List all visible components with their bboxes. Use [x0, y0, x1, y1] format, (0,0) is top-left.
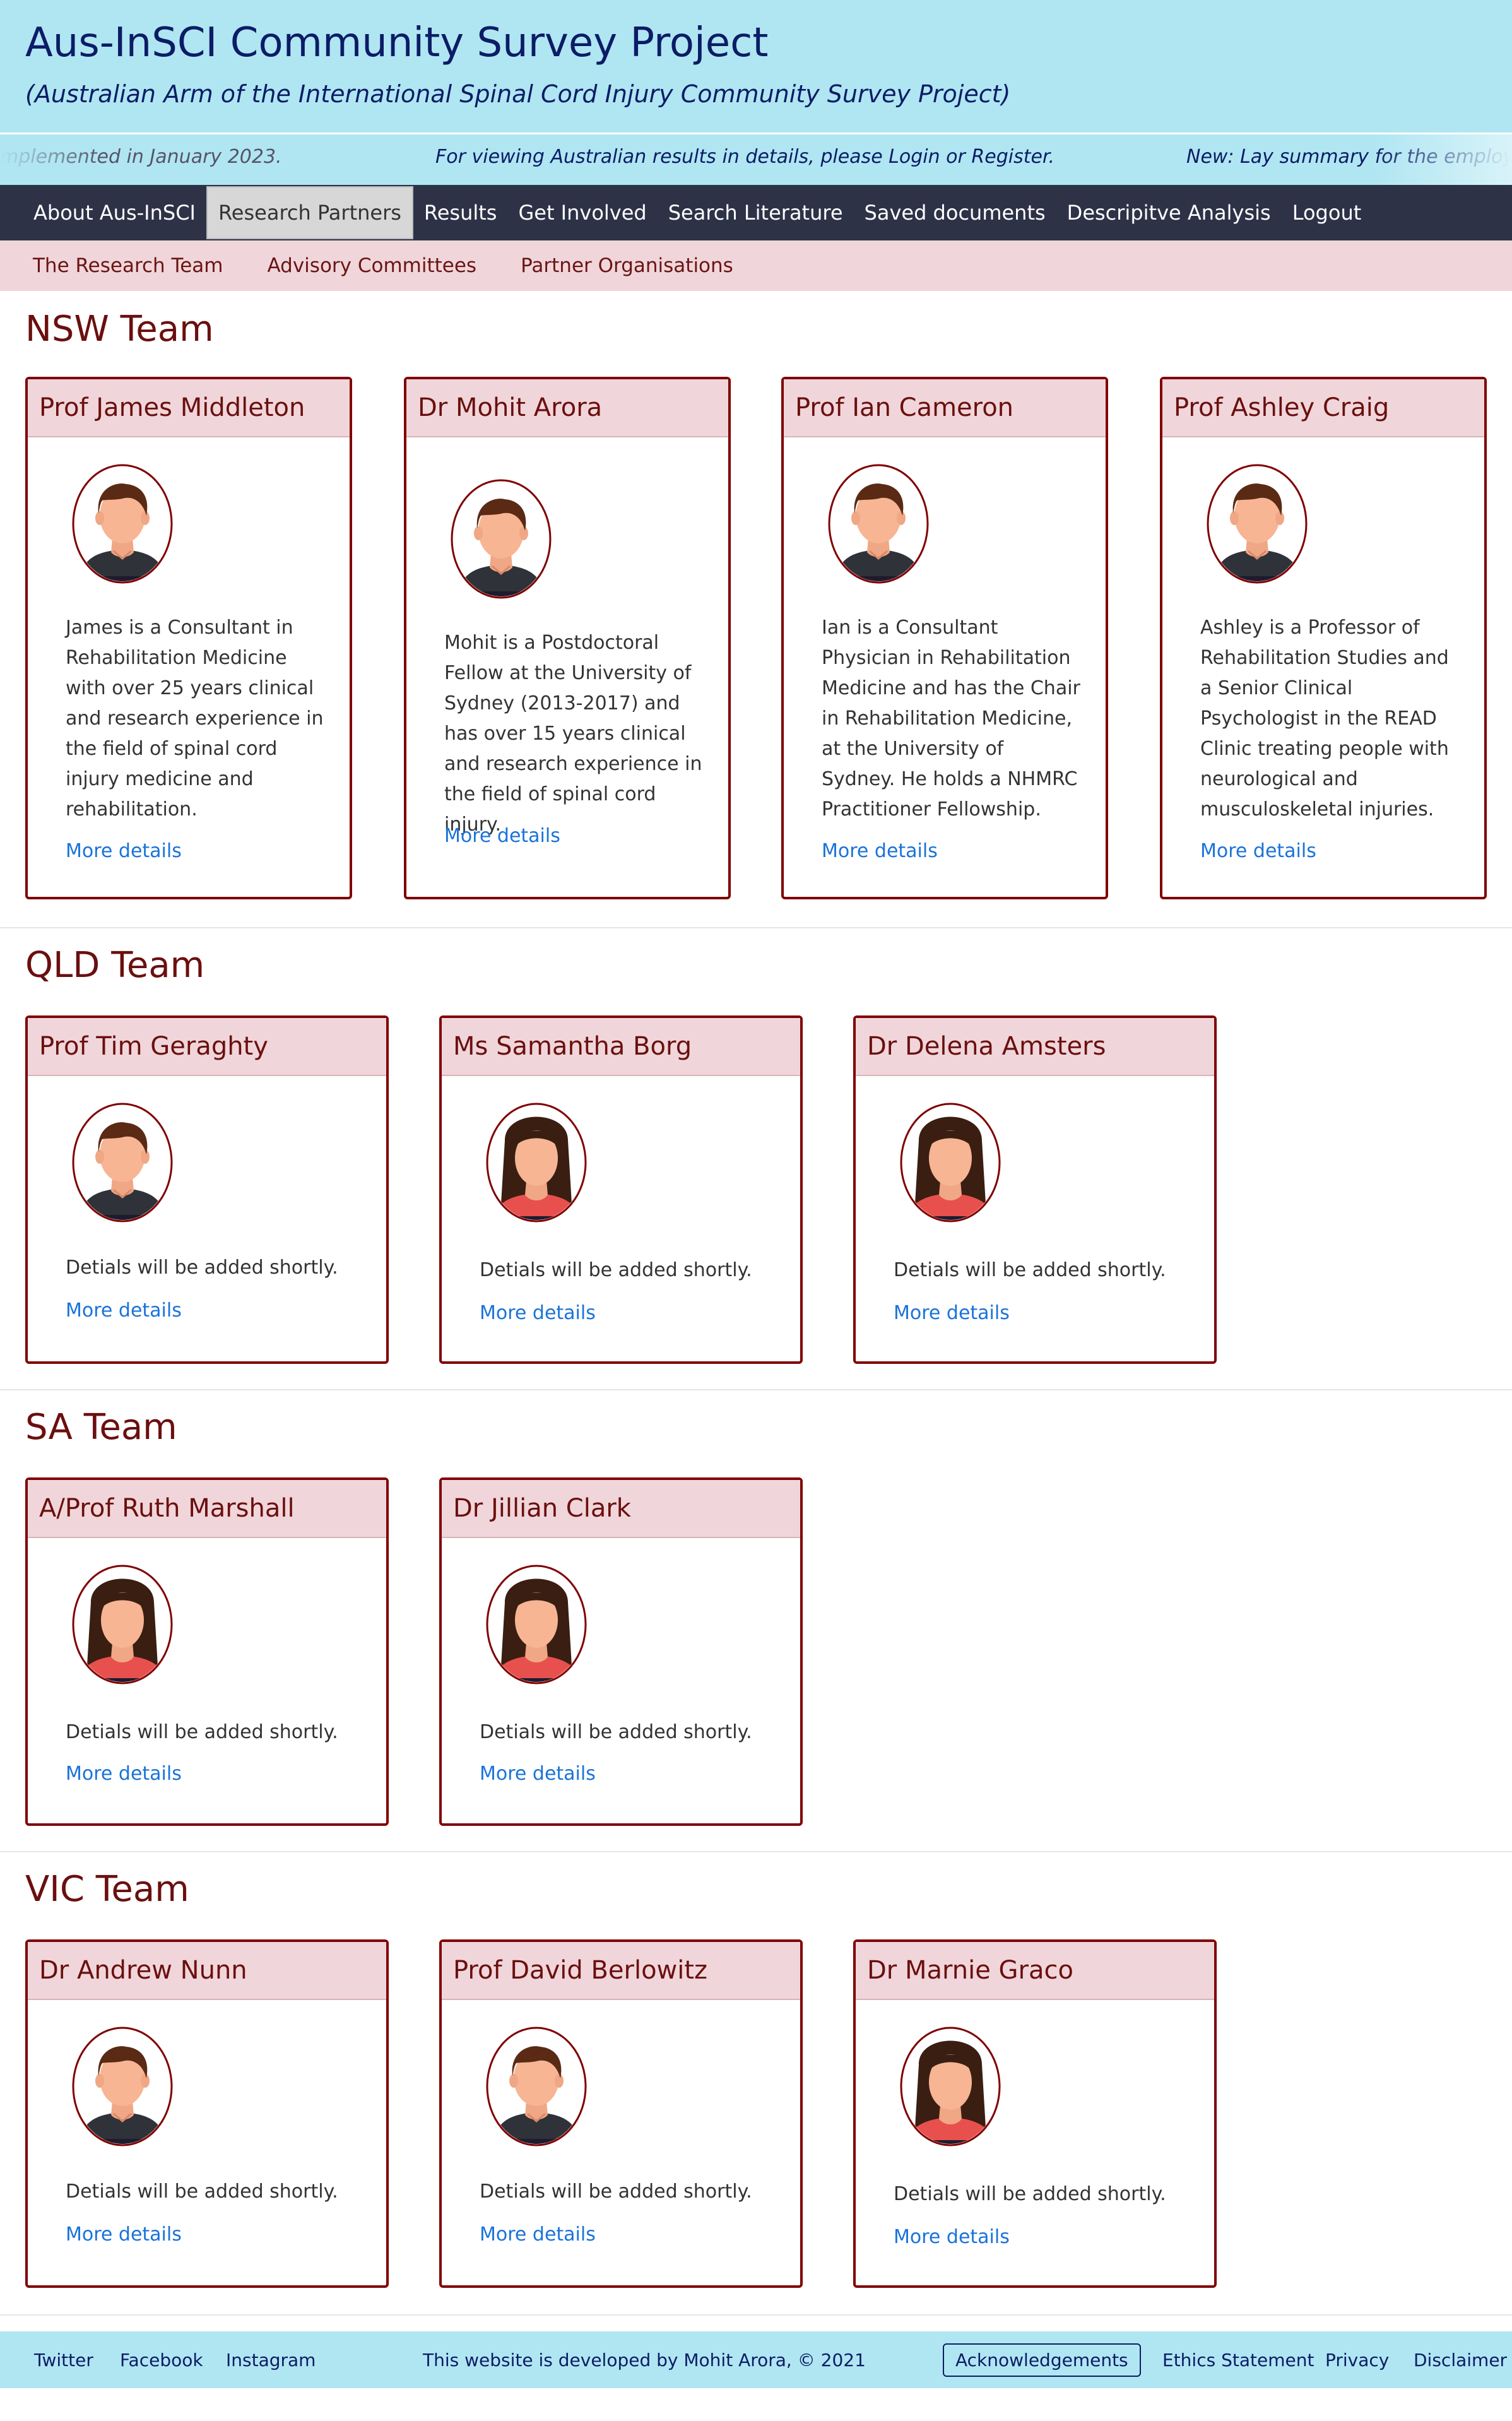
subnav-advisory-committees[interactable]: Advisory Committees [268, 254, 477, 277]
news-ticker: mplemented in January 2023. For viewing … [0, 133, 1512, 185]
member-card: Dr Jillian Clark Detials will be added s… [439, 1477, 803, 1826]
member-bio: Detials will be added shortly. [66, 2181, 338, 2203]
member-name: Dr Andrew Nunn [28, 1942, 386, 2000]
site-footer: Twitter Facebook Instagram This website … [0, 2331, 1512, 2388]
female-avatar-icon [486, 1565, 587, 1684]
member-card: Dr Marnie Graco Detials will be added sh… [853, 1939, 1217, 2288]
male-avatar-icon [486, 2027, 587, 2146]
male-avatar-icon [72, 1103, 173, 1222]
more-details-link[interactable]: More details [822, 840, 938, 862]
subnav-research-team[interactable]: The Research Team [33, 254, 223, 277]
more-details-link[interactable]: More details [66, 1763, 182, 1785]
section-title: QLD Team [25, 945, 205, 986]
member-name: Prof Ashley Craig [1162, 379, 1484, 437]
more-details-link[interactable]: More details [66, 2223, 182, 2246]
member-name: Dr Jillian Clark [442, 1480, 800, 1538]
member-bio: Detials will be added shortly. [66, 1721, 338, 1743]
section-title: SA Team [25, 1407, 177, 1448]
footer-privacy-link[interactable]: Privacy [1325, 2350, 1389, 2371]
member-bio: Detials will be added shortly. [480, 1259, 752, 1281]
member-name: Prof Tim Geraghty [28, 1018, 386, 1076]
nav-search-literature[interactable]: Search Literature [658, 185, 854, 240]
member-bio: Ian is a Consultant Physician in Rehabil… [822, 617, 1080, 820]
member-bio: James is a Consultant in Rehabilitation … [66, 617, 324, 820]
more-details-link[interactable]: More details [66, 840, 182, 862]
member-card: Prof Tim Geraghty Detials will be added … [25, 1015, 389, 1364]
nav-logout[interactable]: Logout [1282, 185, 1373, 240]
member-bio: Mohit is a Postdoctoral Fellow at the Un… [444, 632, 702, 836]
member-name: Dr Marnie Graco [856, 1942, 1214, 2000]
acknowledgements-button[interactable]: Acknowledgements [943, 2343, 1141, 2377]
site-title[interactable]: Aus-InSCI Community Survey Project [25, 19, 1487, 68]
footer-disclaimer-link[interactable]: Disclaimer [1414, 2350, 1507, 2371]
member-name: Prof Ian Cameron [784, 379, 1106, 437]
footer-credit: This website is developed by Mohit Arora… [423, 2349, 866, 2371]
member-card: Dr Delena Amsters Detials will be added … [853, 1015, 1217, 1364]
nav-saved-documents[interactable]: Saved documents [854, 185, 1056, 240]
more-details-link[interactable]: More details [1200, 840, 1316, 862]
footer-facebook-link[interactable]: Facebook [120, 2350, 203, 2371]
female-avatar-icon [900, 2027, 1001, 2146]
site-header: Aus-InSCI Community Survey Project (Aust… [0, 0, 1512, 133]
member-card: Prof Ian Cameron Ian is a Consultant Phy… [781, 377, 1108, 899]
footer-instagram-link[interactable]: Instagram [226, 2350, 316, 2371]
section-sa: SA Team A/Prof Ruth Marshall Detials wil… [0, 1390, 1512, 1852]
nav-get-involved[interactable]: Get Involved [507, 185, 657, 240]
ticker-fade-left [0, 134, 101, 185]
member-card: Dr Andrew Nunn Detials will be added sho… [25, 1939, 389, 2288]
member-name: Dr Mohit Arora [406, 379, 728, 437]
more-details-link[interactable]: More details [480, 1302, 596, 1324]
more-details-link[interactable]: More details [480, 1763, 596, 1785]
footer-ethics-link[interactable]: Ethics Statement [1162, 2350, 1314, 2371]
member-name: Prof David Berlowitz [442, 1942, 800, 2000]
main-navbar: About Aus-InSCI Research Partners Result… [0, 185, 1512, 240]
subnav-partner-organisations[interactable]: Partner Organisations [521, 254, 733, 277]
member-name: Prof James Middleton [28, 379, 350, 437]
nav-results[interactable]: Results [413, 185, 508, 240]
female-avatar-icon [900, 1103, 1001, 1222]
member-card: Ms Samantha Borg Detials will be added s… [439, 1015, 803, 1364]
more-details-link[interactable]: More details [894, 2226, 1010, 2248]
nav-about[interactable]: About Aus-InSCI [23, 185, 206, 240]
member-card: Dr Mohit Arora Mohit is a Postdoctoral F… [404, 377, 731, 899]
member-bio: Detials will be added shortly. [480, 2181, 752, 2203]
member-bio: Detials will be added shortly. [894, 1259, 1166, 1281]
member-card: A/Prof Ruth Marshall Detials will be add… [25, 1477, 389, 1826]
female-avatar-icon [72, 1565, 173, 1684]
section-vic: VIC Team Dr Andrew Nunn Detials will be … [0, 1852, 1512, 2316]
member-bio: Detials will be added shortly. [66, 1257, 338, 1279]
ticker-fade-right [1373, 134, 1512, 185]
male-avatar-icon [1207, 464, 1308, 584]
more-details-link[interactable]: More details [66, 1299, 182, 1322]
section-qld: QLD Team Prof Tim Geraghty Detials will … [0, 928, 1512, 1390]
member-card: Prof Ashley Craig Ashley is a Professor … [1160, 377, 1487, 899]
member-bio: Detials will be added shortly. [894, 2183, 1166, 2205]
more-details-link[interactable]: More details [480, 2223, 596, 2246]
member-name: Dr Delena Amsters [856, 1018, 1214, 1076]
male-avatar-icon [72, 2027, 173, 2146]
section-title: NSW Team [25, 309, 214, 350]
member-bio: Detials will be added shortly. [480, 1721, 752, 1743]
more-details-link[interactable]: More details [894, 1302, 1010, 1324]
ticker-text-center[interactable]: For viewing Australian results in detail… [435, 146, 1054, 168]
member-card: Prof James Middleton James is a Consulta… [25, 377, 352, 899]
member-card: Prof David Berlowitz Detials will be add… [439, 1939, 803, 2288]
member-name: A/Prof Ruth Marshall [28, 1480, 386, 1538]
sub-navbar: The Research Team Advisory Committees Pa… [0, 240, 1512, 291]
section-title: VIC Team [25, 1869, 189, 1910]
female-avatar-icon [486, 1103, 587, 1222]
footer-twitter-link[interactable]: Twitter [34, 2350, 93, 2371]
member-bio: Ashley is a Professor of Rehabilitation … [1200, 617, 1449, 820]
site-subtitle: (Australian Arm of the International Spi… [25, 80, 1011, 108]
nav-descriptive-analysis[interactable]: Descripitve Analysis [1056, 185, 1282, 240]
member-name: Ms Samantha Borg [442, 1018, 800, 1076]
male-avatar-icon [72, 464, 173, 584]
more-details-link[interactable]: More details [444, 825, 560, 847]
nav-research-partners[interactable]: Research Partners [206, 186, 413, 239]
male-avatar-icon [451, 479, 552, 599]
section-nsw: NSW Team Prof James Middleton James is a… [0, 291, 1512, 928]
male-avatar-icon [828, 464, 929, 584]
